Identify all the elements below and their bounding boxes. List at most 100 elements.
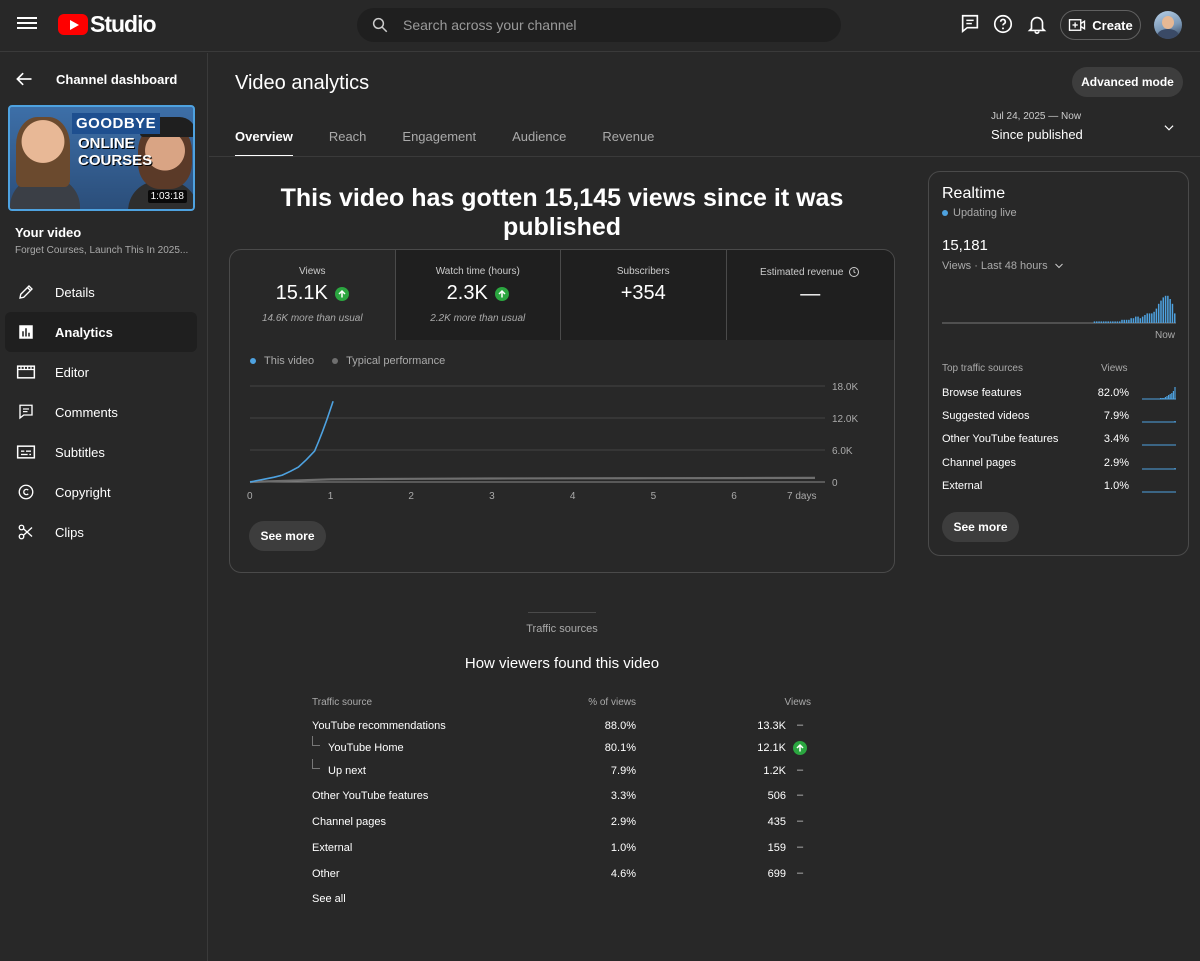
tab-revenue[interactable]: Revenue bbox=[602, 118, 654, 157]
metric-revenue[interactable]: Estimated revenue — bbox=[726, 250, 894, 340]
realtime-bar bbox=[1102, 321, 1105, 323]
tab-engagement[interactable]: Engagement bbox=[402, 118, 476, 157]
see-more-button[interactable]: See more bbox=[249, 521, 326, 551]
table-row[interactable]: Channel pages 2.9% 435– bbox=[312, 814, 812, 834]
video-title: Forget Courses, Launch This In 2025... bbox=[15, 245, 189, 256]
search-bar[interactable] bbox=[357, 8, 841, 42]
source-pct: 1.0% bbox=[610, 842, 636, 854]
source-views: 1.2K bbox=[763, 765, 786, 777]
sidebar-item-editor[interactable]: Editor bbox=[5, 352, 197, 392]
realtime-bar bbox=[1167, 295, 1169, 323]
date-range-picker[interactable]: Jul 24, 2025 — Now Since published bbox=[991, 111, 1181, 147]
table-row[interactable]: External 1.0% 159– bbox=[312, 840, 812, 860]
table-row[interactable]: Other 4.6% 699– bbox=[312, 866, 812, 886]
avatar[interactable] bbox=[1154, 11, 1182, 39]
sidebar-item-label: Details bbox=[55, 284, 95, 300]
create-button[interactable]: Create bbox=[1060, 10, 1141, 40]
realtime-bar bbox=[1164, 295, 1167, 323]
x-tick-label: 3 bbox=[489, 491, 495, 502]
traffic-sources-header: Top traffic sources bbox=[942, 363, 1023, 374]
tab-overview[interactable]: Overview bbox=[235, 118, 293, 157]
realtime-bar-chart bbox=[942, 295, 1176, 324]
thumbnail-text-1: GOODBYE bbox=[72, 113, 161, 134]
sidebar-item-label: Editor bbox=[55, 364, 89, 380]
metric-watch-time[interactable]: Watch time (hours) 2.3K 2.2K more than u… bbox=[395, 250, 561, 340]
table-row[interactable]: Up next 7.9% 1.2K – bbox=[312, 759, 812, 783]
pct-views-header: % of views bbox=[588, 697, 636, 708]
source-name: YouTube recommendations bbox=[312, 720, 446, 732]
y-tick-label: 6.0K bbox=[832, 446, 853, 457]
search-input[interactable] bbox=[403, 17, 803, 33]
legend-dot bbox=[332, 358, 339, 364]
realtime-bar bbox=[1107, 321, 1109, 323]
metric-value: — bbox=[800, 283, 821, 305]
sidebar-item-label: Comments bbox=[55, 404, 118, 420]
notifications-icon[interactable] bbox=[1026, 13, 1048, 35]
source-name: Other YouTube features bbox=[312, 790, 429, 802]
traffic-source-header: Traffic source bbox=[312, 697, 373, 708]
sidebar-item-copyright[interactable]: Copyright bbox=[5, 472, 197, 512]
see-all-link[interactable]: See all bbox=[312, 893, 346, 905]
back-label: Channel dashboard bbox=[56, 71, 178, 87]
source-pct: 7.9% bbox=[610, 765, 636, 777]
realtime-bar bbox=[1144, 315, 1146, 323]
top-bar: Studio Create bbox=[0, 0, 1200, 52]
source-pct: 2.9% bbox=[610, 816, 636, 828]
source-sparkline bbox=[1142, 491, 1176, 493]
metric-value: 15.1K bbox=[275, 282, 328, 304]
trend-neutral: – bbox=[796, 789, 804, 801]
help-icon[interactable] bbox=[992, 13, 1014, 35]
table-row[interactable]: YouTube Home 80.1% 12.1K bbox=[312, 736, 812, 760]
realtime-bar bbox=[1093, 321, 1096, 323]
sidebar-item-details[interactable]: Details bbox=[5, 272, 197, 312]
sidebar-item-label: Clips bbox=[55, 524, 84, 540]
realtime-source-row: Channel pages 2.9% bbox=[942, 454, 1176, 474]
y-tick-label: 18.0K bbox=[832, 382, 858, 393]
realtime-bar bbox=[1141, 316, 1144, 323]
back-to-dashboard[interactable]: Channel dashboard bbox=[14, 69, 177, 89]
source-value: 82.0% bbox=[1097, 387, 1129, 399]
metric-label: Views bbox=[299, 266, 326, 277]
menu-icon[interactable] bbox=[17, 14, 37, 34]
table-row[interactable]: YouTube recommendations 88.0% 13.3K – bbox=[312, 718, 812, 738]
advanced-mode-button[interactable]: Advanced mode bbox=[1072, 67, 1183, 97]
realtime-period-dropdown[interactable]: Views · Last 48 hours bbox=[942, 260, 1065, 272]
realtime-see-more-button[interactable]: See more bbox=[942, 512, 1019, 542]
sidebar-item-subtitles[interactable]: Subtitles bbox=[5, 432, 197, 472]
legend-dot bbox=[250, 358, 256, 364]
video-thumbnail[interactable]: GOODBYE ONLINE COURSES 1:03:18 bbox=[8, 105, 195, 211]
metric-views[interactable]: Views 15.1K 14.6K more than usual bbox=[230, 250, 396, 340]
sidebar-item-comments[interactable]: Comments bbox=[5, 392, 197, 432]
realtime-source-row: Other YouTube features 3.4% bbox=[942, 430, 1176, 450]
x-tick-label: 2 bbox=[408, 491, 414, 502]
realtime-now-label: Now bbox=[1154, 330, 1175, 341]
metric-value: +354 bbox=[620, 282, 666, 304]
tabs-divider bbox=[209, 156, 1200, 157]
sparkline-bar bbox=[1171, 393, 1173, 399]
table-row[interactable]: Other YouTube features 3.3% 506– bbox=[312, 788, 812, 808]
sidebar-item-clips[interactable]: Clips bbox=[5, 512, 197, 552]
sidebar-item-analytics[interactable]: Analytics bbox=[5, 312, 197, 352]
metric-subscribers[interactable]: Subscribers +354 bbox=[561, 250, 727, 340]
feedback-icon[interactable] bbox=[959, 13, 981, 35]
legend-item-typical: Typical performance bbox=[332, 355, 445, 367]
metrics-card: Views 15.1K 14.6K more than usual Watch … bbox=[229, 249, 895, 573]
metric-value: 2.3K bbox=[446, 282, 488, 304]
clock-icon bbox=[849, 267, 860, 277]
series-this-video-line bbox=[249, 400, 334, 483]
realtime-bar bbox=[1112, 321, 1114, 323]
realtime-bar bbox=[1169, 299, 1171, 323]
tab-reach[interactable]: Reach bbox=[329, 118, 367, 157]
realtime-bar bbox=[1151, 313, 1153, 323]
sidebar-item-label: Copyright bbox=[55, 484, 111, 500]
realtime-bar bbox=[1123, 319, 1126, 323]
metric-label: Watch time (hours) bbox=[435, 266, 520, 277]
create-label: Create bbox=[1092, 17, 1133, 33]
realtime-bar bbox=[1125, 319, 1128, 323]
studio-logo[interactable]: Studio bbox=[58, 11, 157, 37]
source-views: 159 bbox=[767, 842, 786, 854]
views-chart: 18.0K 12.0K 6.0K 0 0 1 2 3 4 5 6 7 days bbox=[247, 382, 858, 502]
analytics-tabs: Overview Reach Engagement Audience Reven… bbox=[235, 118, 690, 157]
tab-audience[interactable]: Audience bbox=[512, 118, 566, 157]
source-name: Other YouTube features bbox=[942, 433, 1059, 445]
